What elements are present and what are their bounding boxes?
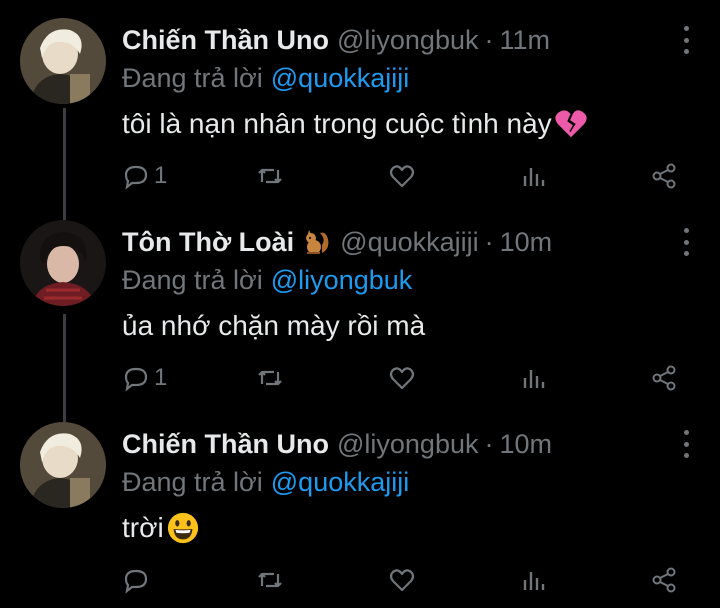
share-button[interactable] bbox=[650, 360, 678, 396]
more-options-icon[interactable] bbox=[680, 26, 692, 54]
share-icon bbox=[652, 365, 676, 391]
replying-label: Đang trả lời bbox=[122, 466, 263, 497]
heart-icon bbox=[389, 367, 415, 390]
user-handle[interactable]: @quokkajiji bbox=[340, 227, 478, 258]
replying-label: Đang trả lời bbox=[122, 264, 263, 295]
share-button[interactable] bbox=[650, 158, 678, 194]
reply-count: 1 bbox=[154, 162, 168, 189]
tweet-header: Chiến Thần Uno @liyongbuk · 11m bbox=[122, 20, 550, 60]
more-options-icon[interactable] bbox=[680, 430, 692, 458]
heart-icon bbox=[389, 569, 415, 592]
retweet-icon bbox=[258, 572, 282, 588]
retweet-button[interactable] bbox=[256, 562, 284, 598]
tweet-header: Chiến Thần Uno @liyongbuk · 10m bbox=[122, 424, 552, 464]
replying-to: Đang trả lời @liyongbuk bbox=[122, 262, 412, 298]
tweet-header: Tôn Thờ Loài @quokkajiji · 10m bbox=[122, 222, 552, 262]
tweet-text: ủa nhớ chặn mày rồi mà bbox=[122, 306, 425, 346]
tweet-text-content: tôi là nạn nhân trong cuộc tình này bbox=[122, 108, 552, 139]
timestamp[interactable]: 10m bbox=[500, 227, 553, 258]
replying-to-link[interactable]: @quokkajiji bbox=[271, 467, 409, 498]
avatar[interactable] bbox=[20, 18, 106, 104]
stats-button[interactable] bbox=[520, 360, 548, 396]
reply-button[interactable]: 1 bbox=[122, 360, 167, 396]
retweet-icon bbox=[258, 168, 282, 184]
retweet-button[interactable] bbox=[256, 360, 284, 396]
more-options-icon[interactable] bbox=[680, 228, 692, 256]
display-name[interactable]: Tôn Thờ Loài bbox=[122, 227, 294, 258]
share-button[interactable] bbox=[650, 562, 678, 598]
like-button[interactable] bbox=[388, 158, 416, 194]
timestamp[interactable]: 10m bbox=[499, 429, 552, 460]
replying-to: Đang trả lời @quokkajiji bbox=[122, 464, 409, 500]
like-button[interactable] bbox=[388, 562, 416, 598]
user-handle[interactable]: @liyongbuk bbox=[337, 25, 479, 56]
grinning-face-icon bbox=[166, 511, 200, 545]
avatar[interactable] bbox=[20, 220, 106, 306]
tweet[interactable]: Chiến Thần Uno @liyongbuk · 10m Đang trả… bbox=[0, 404, 720, 604]
broken-heart-icon bbox=[554, 107, 588, 141]
reply-icon bbox=[124, 367, 148, 392]
analytics-icon bbox=[523, 370, 545, 388]
reply-button[interactable]: 1 bbox=[122, 158, 167, 194]
share-icon bbox=[652, 163, 676, 189]
replying-to-link[interactable]: @quokkajiji bbox=[271, 63, 409, 94]
tweet-text: tôi là nạn nhân trong cuộc tình này bbox=[122, 104, 588, 144]
tweet-actions: 1 bbox=[122, 360, 682, 396]
avatar[interactable] bbox=[20, 422, 106, 508]
tweet-text-content: trời bbox=[122, 512, 164, 543]
replying-label: Đang trả lời bbox=[122, 62, 263, 93]
separator-dot: · bbox=[484, 226, 494, 257]
tweet[interactable]: Chiến Thần Uno @liyongbuk · 11m Đang trả… bbox=[0, 0, 720, 200]
retweet-button[interactable] bbox=[256, 158, 284, 194]
replying-to-link[interactable]: @liyongbuk bbox=[271, 265, 413, 296]
user-handle[interactable]: @liyongbuk bbox=[337, 429, 479, 460]
tweet-text-content: ủa nhớ chặn mày rồi mà bbox=[122, 310, 426, 341]
analytics-icon bbox=[523, 572, 545, 590]
retweet-icon bbox=[258, 370, 282, 386]
display-name[interactable]: Chiến Thần Uno bbox=[122, 25, 329, 56]
separator-dot: · bbox=[484, 428, 494, 459]
timestamp[interactable]: 11m bbox=[499, 25, 550, 56]
stats-button[interactable] bbox=[520, 158, 548, 194]
reply-icon bbox=[124, 569, 148, 594]
reply-count: 1 bbox=[154, 364, 168, 391]
tweet[interactable]: Tôn Thờ Loài @quokkajiji · 10m Đang trả … bbox=[0, 202, 720, 402]
stats-button[interactable] bbox=[520, 562, 548, 598]
like-button[interactable] bbox=[388, 360, 416, 396]
tweet-actions: 1 bbox=[122, 158, 682, 194]
replying-to: Đang trả lời @quokkajiji bbox=[122, 60, 409, 96]
tweet-text: trời bbox=[122, 508, 200, 548]
reply-button[interactable] bbox=[122, 562, 154, 598]
analytics-icon bbox=[523, 168, 545, 186]
squirrel-icon bbox=[302, 227, 332, 257]
tweet-actions bbox=[122, 562, 682, 598]
share-icon bbox=[652, 567, 676, 593]
separator-dot: · bbox=[484, 24, 494, 55]
heart-icon bbox=[389, 165, 415, 188]
display-name[interactable]: Chiến Thần Uno bbox=[122, 429, 329, 460]
reply-icon bbox=[124, 165, 148, 190]
